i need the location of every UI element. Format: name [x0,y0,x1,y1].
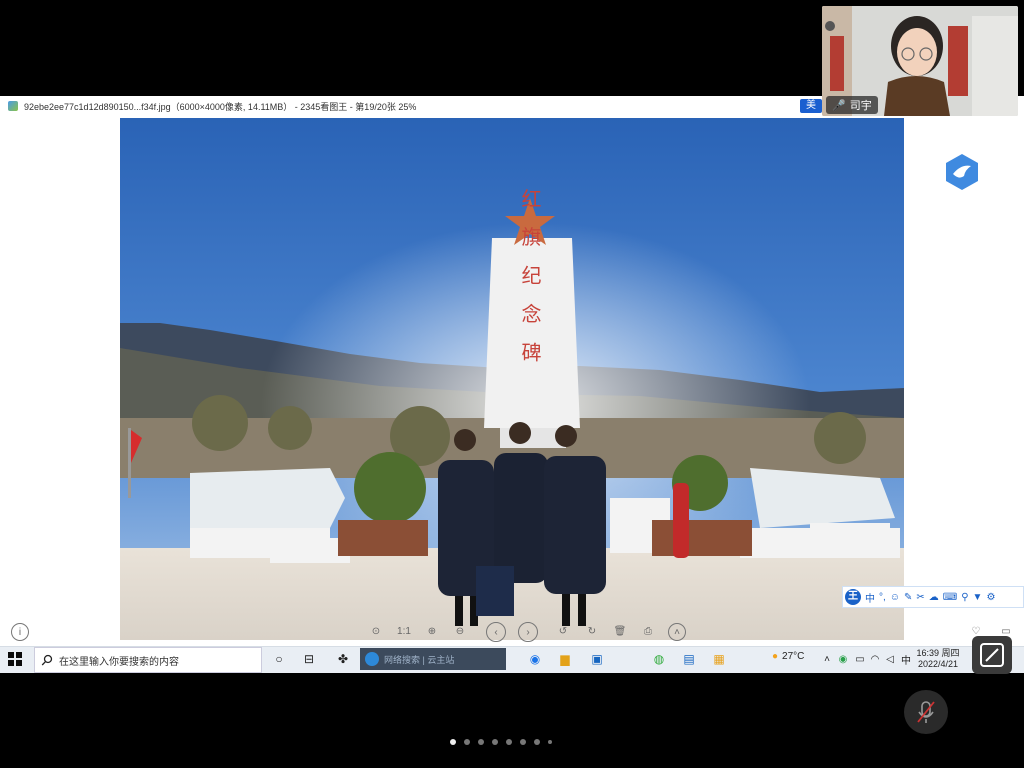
annotate-button[interactable] [972,636,1012,674]
task-view-icon[interactable]: ⊟ [300,650,318,668]
hexagon-bird-icon [946,154,978,190]
page-dot[interactable] [506,739,512,745]
ime-status-badge[interactable]: 美 [800,99,822,113]
pinwheel-app-icon[interactable]: ✤ [334,650,352,668]
clock-date: 2022/4/21 [917,659,959,669]
settings-icon[interactable]: ⚙ [986,592,995,603]
store-icon[interactable]: ▣ [588,650,606,668]
next-image-button[interactable]: › [518,622,538,642]
ime-tray-icon[interactable]: 中 [897,650,915,668]
page-dot[interactable] [520,739,526,745]
user-icon[interactable]: ⚲ [961,592,968,603]
keyboard-icon[interactable]: ⌨ [943,592,957,603]
browser-search-placeholder: 网络搜索 | 云主站 [384,654,455,665]
browser-icon [365,652,379,666]
rotate-left-icon[interactable]: ↺ [555,622,571,640]
skin-icon[interactable]: ▼ [973,592,983,603]
search-placeholder: 在这里输入你要搜索的内容 [59,656,179,668]
scissors-icon[interactable]: ✂ [916,592,924,603]
cloud-icon[interactable]: ☁ [929,592,939,603]
emoji-icon[interactable]: ☺ [890,592,900,603]
page-dot[interactable] [478,739,484,745]
image-viewer-taskbar-icon[interactable]: ▤ [680,650,698,668]
page-dot[interactable] [492,739,498,745]
windows-start-icon[interactable] [8,652,22,666]
clock-time: 16:39 周四 [916,648,960,658]
displayed-photo: 红 旗 纪 念 碑 [120,118,904,640]
microphone-off-icon [917,701,935,723]
image-viewer-app-icon [8,101,18,111]
page-dot[interactable] [464,739,470,745]
speaker-name-label: 🎤 司宇 [826,96,878,114]
mute-microphone-button[interactable] [904,690,948,734]
app-logo-icon[interactable] [943,152,981,192]
zoom-out-icon[interactable]: ⊖ [452,622,468,640]
file-explorer-icon[interactable]: ▆ [556,650,574,668]
edge-icon[interactable]: ◉ [526,650,544,668]
more-icon[interactable]: ˄ [668,623,686,641]
monument-inscription: 红 旗 纪 念 碑 [518,188,542,368]
green-app-icon[interactable]: ◍ [650,650,668,668]
page-dot[interactable] [534,739,540,745]
page-dot[interactable] [450,739,456,745]
tray-app-icon[interactable]: ◉ [834,650,852,668]
punctuation-icon[interactable]: °, [879,592,886,603]
viewer-window-title: 92ebe2ee77c1d12d890150...f34f.jpg（6000×4… [24,101,417,112]
actual-size-button[interactable]: 1:1 [394,622,414,640]
ime-toolbar[interactable]: 王 中 °, ☺ ✎ ✂ ☁ ⌨ ⚲ ▼ ⚙ [842,586,1024,608]
browser-search-bar[interactable]: 网络搜索 | 云主站 [360,648,506,670]
previous-image-button[interactable]: ‹ [486,622,506,642]
zoom-in-icon[interactable]: ⊕ [424,622,440,640]
page-indicator[interactable] [450,738,580,746]
viewer-toolbar: i ⊙ 1:1 ⊕ ⊖ ‹ › ↺ ↻ 🗑 ⎙ ˄ ♡ ▭ [0,618,1024,644]
rotate-right-icon[interactable]: ↻ [584,622,600,640]
sun-icon: ● [772,651,779,662]
print-icon[interactable]: ⎙ [640,622,656,640]
pen-icon[interactable]: ✎ [904,592,912,603]
mouse-icon[interactable]: ⊙ [368,622,384,640]
search-icon [41,654,53,666]
weather-widget[interactable]: ● 27°C [772,651,804,662]
expand-pencil-icon [980,643,1004,667]
ime-mode-label[interactable]: 中 [865,590,875,605]
notes-app-icon[interactable]: ▦ [710,650,728,668]
info-icon[interactable]: i [11,623,29,641]
speaker-name: 司宇 [849,100,872,112]
page-dot[interactable] [548,740,552,744]
microphone-icon: 🎤 [832,99,846,112]
delete-icon[interactable]: 🗑 [612,622,628,640]
taskbar-search-box[interactable]: 在这里输入你要搜索的内容 [34,647,262,673]
ime-logo[interactable]: 王 [845,589,861,605]
weather-temperature: 27°C [782,651,805,662]
cortana-icon[interactable]: ○ [270,650,288,668]
memorial-photo-illustration: 红 旗 纪 念 碑 [120,118,904,640]
taskbar-clock[interactable]: 16:39 周四 2022/4/21 [914,648,962,670]
